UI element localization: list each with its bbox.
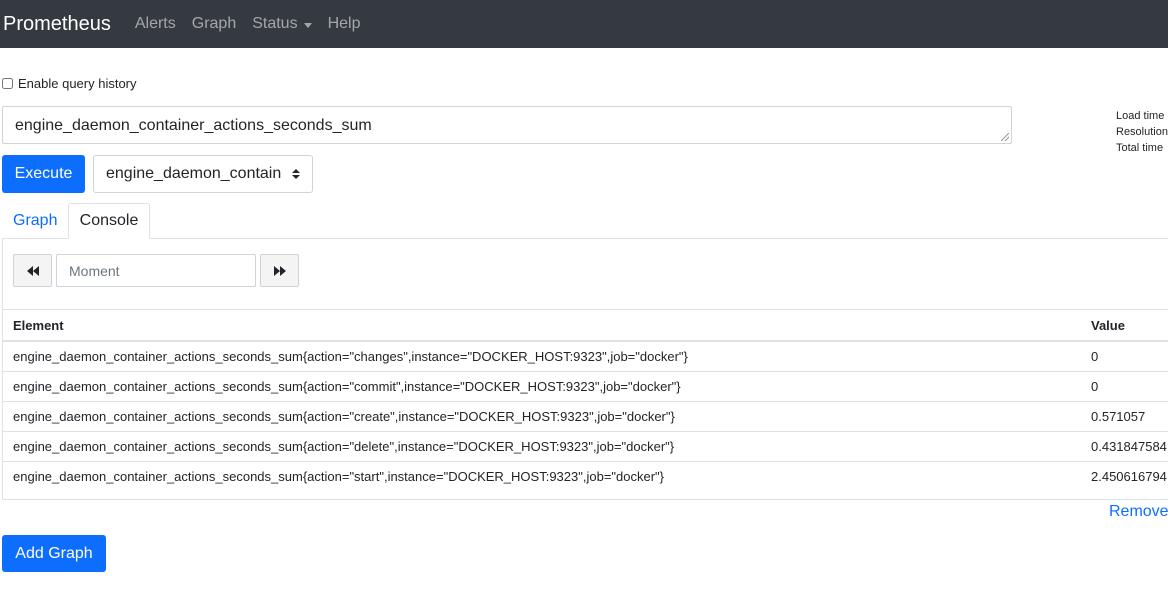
table-header-row: Element Value <box>3 309 1168 342</box>
row-value: 0.431847584 <box>1083 431 1168 462</box>
resolution-label: Resolution <box>1116 126 1168 138</box>
nav-help[interactable]: Help <box>328 15 361 33</box>
column-header-value: Value <box>1083 309 1168 342</box>
query-history-label: Enable query history <box>18 76 137 91</box>
column-header-element: Element <box>3 309 1083 342</box>
expression-text: engine_daemon_container_actions_seconds_… <box>15 117 372 134</box>
add-graph-button[interactable]: Add Graph <box>2 535 106 572</box>
tab-console[interactable]: Console <box>68 203 150 239</box>
row-element: engine_daemon_container_actions_seconds_… <box>13 469 664 484</box>
remove-panel-link[interactable]: Remove <box>1109 503 1168 521</box>
row-value: 0.571057 <box>1083 401 1168 432</box>
query-history-checkbox[interactable] <box>2 78 13 89</box>
table-row: engine_daemon_container_actions_seconds_… <box>3 431 1168 462</box>
row-element: engine_daemon_container_actions_seconds_… <box>3 401 1083 432</box>
nav-alerts[interactable]: Alerts <box>135 15 176 33</box>
execute-button[interactable]: Execute <box>2 155 85 193</box>
fast-forward-icon <box>273 265 286 276</box>
metric-select[interactable]: engine_daemon_contain <box>93 155 313 193</box>
table-row: engine_daemon_container_actions_seconds_… <box>3 462 1168 492</box>
query-history-toggle[interactable]: Enable query history <box>2 76 137 91</box>
moment-back-button[interactable] <box>13 254 52 287</box>
table-row: engine_daemon_container_actions_seconds_… <box>3 371 1168 402</box>
navbar: Prometheus Alerts Graph Status Help <box>0 0 1168 48</box>
nav-graph[interactable]: Graph <box>192 15 236 33</box>
total-time-label: Total time <box>1116 142 1164 154</box>
row-value: 0 <box>1083 371 1168 402</box>
moment-input[interactable] <box>56 254 256 287</box>
resize-handle-icon[interactable] <box>1001 133 1009 141</box>
table-row: engine_daemon_container_actions_seconds_… <box>3 341 1168 372</box>
results-table: Element Value engine_daemon_container_ac… <box>3 309 1168 491</box>
tab-graph[interactable]: Graph <box>13 203 57 239</box>
expression-input[interactable]: engine_daemon_container_actions_seconds_… <box>2 106 1012 144</box>
row-element: engine_daemon_container_actions_seconds_… <box>3 371 1083 402</box>
row-element: engine_daemon_container_actions_seconds_… <box>3 431 1083 462</box>
moment-forward-button[interactable] <box>260 254 299 287</box>
table-row: engine_daemon_container_actions_seconds_… <box>3 401 1168 432</box>
row-value: 0 <box>1083 341 1168 372</box>
select-arrows-icon <box>292 169 300 181</box>
brand-logo[interactable]: Prometheus <box>3 13 111 36</box>
nav-status[interactable]: Status <box>252 15 312 33</box>
row-element: engine_daemon_container_actions_seconds_… <box>3 341 1083 372</box>
load-time-label: Load time <box>1116 110 1165 122</box>
chevron-down-icon <box>303 22 312 28</box>
nav-status-label: Status <box>252 15 298 32</box>
metric-select-value: engine_daemon_contain <box>106 165 282 182</box>
query-stats: Load time Resolution Total time <box>1116 108 1168 156</box>
rewind-icon <box>26 265 39 276</box>
row-value: 2.450616794 <box>1091 469 1167 484</box>
